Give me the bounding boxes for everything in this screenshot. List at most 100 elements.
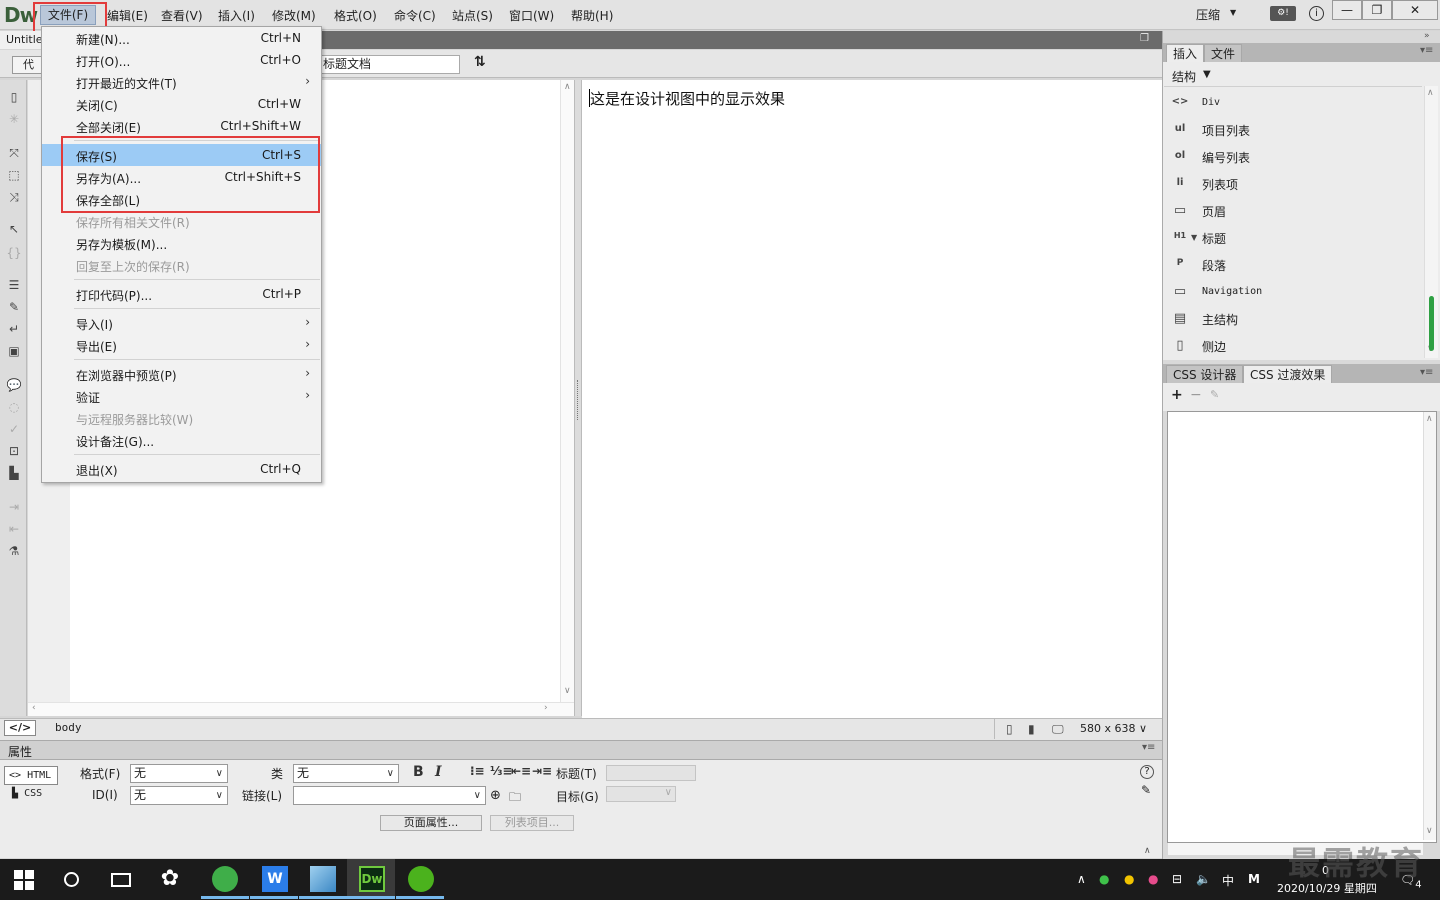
design-view-text[interactable]: 这是在设计视图中的显示效果 xyxy=(590,88,785,109)
ime-indicator[interactable]: 中 xyxy=(1222,872,1234,889)
menu-format[interactable]: 格式(O) xyxy=(334,7,377,24)
panel-menu-icon[interactable]: ▾≡ xyxy=(1420,45,1433,56)
chevron-down-icon[interactable]: ∨ xyxy=(1139,722,1147,735)
line-numbers-icon[interactable]: ☰ xyxy=(5,276,23,294)
ime-mode-icon[interactable]: M xyxy=(1248,872,1260,886)
page-properties-button[interactable]: 页面属性... xyxy=(380,815,482,831)
menu-item-close[interactable]: 关闭(C) Ctrl+W xyxy=(42,93,321,115)
menu-item-open-recent[interactable]: 打开最近的文件(T) › xyxy=(42,71,321,93)
insert-item-main[interactable]: 主结构 xyxy=(1202,311,1238,328)
menu-modify[interactable]: 修改(M) xyxy=(272,7,316,24)
id-select[interactable]: 无 ∨ xyxy=(130,786,228,805)
apply-comment-icon[interactable]: 💬 xyxy=(5,376,23,394)
app-pinwheel-icon[interactable]: ✿ xyxy=(157,866,183,892)
open-documents-icon[interactable]: ▯ xyxy=(5,88,23,106)
help-icon[interactable]: ? xyxy=(1140,765,1154,779)
recent-snippets-icon[interactable]: ⊡ xyxy=(5,442,23,460)
windows-start-icon[interactable] xyxy=(14,870,34,890)
mobile-size-icon[interactable]: ▯ xyxy=(1006,722,1013,736)
remove-comment-icon[interactable]: ◌ xyxy=(5,398,23,416)
notepad-icon[interactable] xyxy=(310,866,336,892)
scroll-up-icon[interactable]: ∧ xyxy=(1427,88,1434,98)
menu-insert[interactable]: 插入(I) xyxy=(218,7,255,24)
browser-360-icon[interactable] xyxy=(212,866,238,892)
insert-item-aside[interactable]: 侧边 xyxy=(1202,338,1226,355)
tablet-size-icon[interactable]: ▮ xyxy=(1028,722,1035,736)
wrap-tag-icon[interactable]: ✓ xyxy=(5,420,23,438)
qq-icon-2[interactable]: ● xyxy=(1148,872,1158,886)
code-horizontal-scrollbar[interactable]: ‹ › xyxy=(28,702,574,716)
indent-icon[interactable]: ⇥≡ xyxy=(532,764,552,778)
add-icon[interactable]: + xyxy=(1171,387,1183,403)
volume-icon[interactable]: 🔈 xyxy=(1196,872,1211,886)
info-icon[interactable]: i xyxy=(1309,6,1324,21)
menu-item-open[interactable]: 打开(O)... Ctrl+O xyxy=(42,49,321,71)
collapse-panels-icon[interactable]: » xyxy=(1424,31,1430,41)
chevron-down-icon[interactable]: ▼ xyxy=(1230,8,1236,17)
scroll-down-icon[interactable]: ∨ xyxy=(564,686,571,696)
scroll-thumb[interactable] xyxy=(1429,296,1434,351)
network-icon[interactable]: ⊟ xyxy=(1172,872,1182,886)
chevron-up-icon[interactable]: ∧ xyxy=(1077,872,1086,886)
list-items-button[interactable]: 列表项目... xyxy=(490,815,574,831)
code-view-button[interactable]: 代码 xyxy=(12,56,42,74)
menu-item-export[interactable]: 导出(E) › xyxy=(42,334,321,356)
css-panel-scrollbar[interactable]: ∧ ∨ xyxy=(1423,412,1436,840)
design-view[interactable] xyxy=(582,80,1162,718)
class-select[interactable]: 无 ∨ xyxy=(293,764,399,783)
collapse-icon[interactable]: ∧ xyxy=(1144,846,1151,856)
tab-insert[interactable]: 插入 xyxy=(1166,44,1205,62)
layout-switcher[interactable]: 压缩 xyxy=(1196,6,1220,23)
minimize-button[interactable]: — xyxy=(1332,0,1362,20)
splitter-grip[interactable] xyxy=(577,380,579,420)
insert-item-heading[interactable]: 标题 xyxy=(1202,230,1226,247)
wechat-icon[interactable]: ● xyxy=(1099,872,1109,886)
html-mode-button[interactable]: <> HTML xyxy=(4,766,58,785)
restore-button[interactable]: ❐ xyxy=(1362,0,1392,20)
menu-item-save-related[interactable]: 保存所有相关文件(R) xyxy=(42,210,321,232)
scroll-up-icon[interactable]: ∧ xyxy=(1426,414,1433,424)
menu-item-validate[interactable]: 验证 › xyxy=(42,385,321,407)
menu-item-close-all[interactable]: 全部关闭(E) Ctrl+Shift+W xyxy=(42,115,321,137)
chevron-down-icon[interactable]: ▼ xyxy=(1191,233,1197,242)
menu-site[interactable]: 站点(S) xyxy=(452,7,493,24)
panel-menu-icon[interactable]: ▾≡ xyxy=(1142,742,1155,753)
select-parent-tag-icon[interactable]: ↖ xyxy=(5,220,23,238)
menu-help[interactable]: 帮助(H) xyxy=(571,7,613,24)
highlight-invalid-code-icon[interactable]: ✎ xyxy=(5,298,23,316)
qq-icon[interactable]: ● xyxy=(1124,872,1134,886)
menu-item-print-code[interactable]: 打印代码(P)... Ctrl+P xyxy=(42,283,321,305)
balance-braces-icon[interactable]: {} xyxy=(5,244,23,262)
menu-commands[interactable]: 命令(C) xyxy=(394,7,436,24)
insert-item-ordered-list[interactable]: 编号列表 xyxy=(1202,149,1250,166)
close-button[interactable]: ✕ xyxy=(1392,0,1438,20)
document-title-input[interactable]: 标题文档 xyxy=(318,55,460,74)
insert-item-div[interactable]: Div xyxy=(1202,97,1220,108)
css-transitions-list[interactable] xyxy=(1167,411,1437,843)
target-select[interactable]: ∨ xyxy=(606,786,676,802)
word-wrap-icon[interactable]: ↵ xyxy=(5,320,23,338)
point-to-file-icon[interactable]: ⊕ xyxy=(490,788,501,803)
task-view-icon[interactable] xyxy=(111,873,131,887)
title-field[interactable] xyxy=(606,765,696,781)
tab-css-designer[interactable]: CSS 设计器 xyxy=(1166,365,1244,383)
menu-view[interactable]: 查看(V) xyxy=(161,7,203,24)
scroll-down-icon[interactable]: ∨ xyxy=(1426,826,1433,836)
insert-item-paragraph[interactable]: 段落 xyxy=(1202,257,1226,274)
format-source-icon[interactable]: ⚗ xyxy=(5,542,23,560)
scroll-left-icon[interactable]: ‹ xyxy=(32,703,36,713)
window-size-readout[interactable]: 580 x 638 ∨ xyxy=(1080,722,1147,735)
quick-tag-editor-icon[interactable]: ✎ xyxy=(1141,783,1151,797)
dreamweaver-taskbar-icon[interactable]: Dw xyxy=(359,866,385,892)
menu-window[interactable]: 窗口(W) xyxy=(509,7,554,24)
document-tab[interactable]: Untitled xyxy=(0,31,42,49)
code-vertical-scrollbar[interactable]: ∧ ∨ xyxy=(560,80,574,702)
format-select[interactable]: 无 ∨ xyxy=(130,764,228,783)
menu-item-new[interactable]: 新建(N)... Ctrl+N xyxy=(42,27,321,49)
collapse-selection-icon[interactable]: ⬚ xyxy=(5,166,23,184)
scroll-right-icon[interactable]: › xyxy=(544,703,548,713)
insert-item-navigation[interactable]: Navigation xyxy=(1202,286,1262,297)
indent-icon[interactable]: ⇥ xyxy=(5,498,23,516)
chevron-down-icon[interactable]: ▼ xyxy=(1203,69,1211,80)
file-icon[interactable]: ✳ xyxy=(5,110,23,128)
